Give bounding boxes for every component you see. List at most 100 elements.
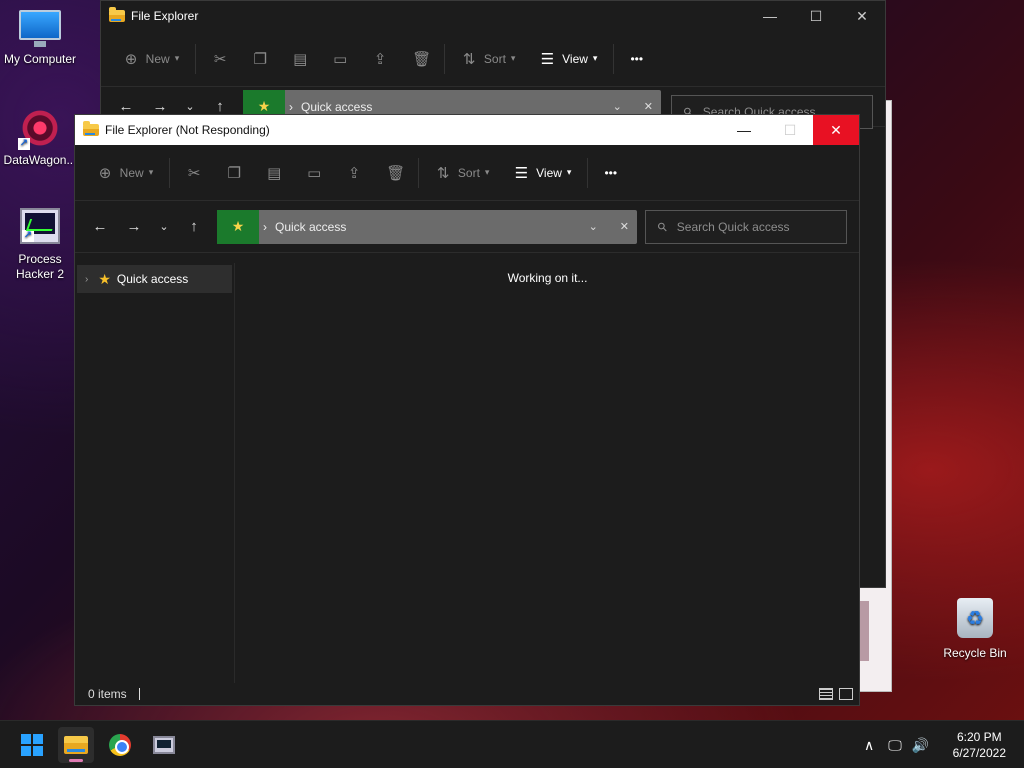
copy-icon: ❐	[227, 164, 241, 182]
copy-button[interactable]: ❐	[240, 43, 280, 75]
trash-icon: 🗑	[412, 50, 432, 68]
search-box[interactable]: ⚲ Search Quick access	[645, 210, 847, 244]
taskbar-chrome[interactable]	[102, 727, 138, 763]
minimize-button[interactable]: —	[721, 115, 767, 145]
navigation-row: ← → ⌄ ↑ ★ › Quick access ⌄ ✕ ⚲ Search Qui…	[75, 201, 859, 253]
more-options-button[interactable]: •••	[618, 43, 655, 75]
new-label: New	[145, 51, 170, 66]
share-button[interactable]: ⇪	[360, 43, 400, 75]
share-button[interactable]: ⇪	[334, 157, 374, 189]
rename-icon: ▭	[333, 50, 348, 68]
view-button[interactable]: ☰ View ▾	[527, 43, 609, 75]
up-button[interactable]: ↑	[203, 98, 237, 115]
desktop-icon-label: DataWagon...	[3, 153, 77, 167]
rename-icon: ▭	[307, 164, 322, 182]
forward-button[interactable]: →	[143, 98, 177, 115]
new-button[interactable]: ⊕ New ▾	[111, 43, 191, 75]
clipboard-icon: ▤	[267, 164, 282, 182]
breadcrumb-separator: ›	[289, 99, 293, 114]
search-icon: ⚲	[654, 218, 671, 236]
trash-icon: 🗑	[386, 164, 406, 182]
item-count: 0 items	[88, 687, 127, 701]
cut-button[interactable]: ✂	[200, 43, 240, 75]
copy-icon: ❐	[253, 50, 267, 68]
desktop-icon-datawagon[interactable]: ↗ DataWagon...	[0, 106, 80, 168]
copy-button[interactable]: ❐	[214, 157, 254, 189]
minimize-button[interactable]: —	[747, 1, 793, 31]
clock[interactable]: 6:20 PM 6/27/2022	[953, 729, 1006, 761]
network-icon[interactable]: 🖵	[888, 737, 902, 754]
close-button[interactable]: ✕	[813, 115, 859, 145]
scissors-icon: ✂	[187, 164, 201, 182]
view-label: View	[562, 51, 588, 66]
cut-button[interactable]: ✂	[174, 157, 214, 189]
start-button[interactable]	[14, 727, 50, 763]
sort-arrows-icon: ⇅	[436, 164, 450, 182]
loading-message: Working on it...	[507, 271, 588, 285]
rename-button[interactable]: ▭	[320, 43, 360, 75]
monitor-icon	[19, 10, 61, 47]
status-bar: 0 items	[75, 683, 859, 705]
folder-icon	[83, 121, 99, 136]
maximize-button[interactable]: ☐	[767, 115, 813, 145]
paste-button[interactable]: ▤	[280, 43, 320, 75]
window-title: File Explorer (Not Responding)	[105, 123, 270, 137]
taskbar-process-hacker[interactable]	[146, 727, 182, 763]
recent-locations-button[interactable]: ⌄	[177, 100, 203, 113]
shortcut-arrow-icon: ↗	[22, 230, 34, 242]
star-icon: ★	[217, 209, 259, 244]
address-bar[interactable]: ★ › Quick access ⌄ ✕	[217, 209, 637, 244]
sort-button[interactable]: ⇅ Sort ▾	[423, 157, 501, 189]
delete-button[interactable]: 🗑	[374, 157, 414, 189]
up-button[interactable]: ↑	[177, 218, 211, 235]
share-icon: ⇪	[373, 50, 387, 68]
maximize-button[interactable]: ☐	[793, 1, 839, 31]
view-button[interactable]: ☰ View ▾	[501, 157, 583, 189]
rename-button[interactable]: ▭	[294, 157, 334, 189]
more-options-button[interactable]: •••	[592, 157, 629, 189]
process-hacker-icon: ↗	[20, 208, 60, 244]
large-icons-view-button[interactable]	[839, 688, 853, 700]
search-placeholder: Search Quick access	[676, 220, 790, 234]
process-hacker-icon	[153, 736, 175, 754]
view-list-icon: ☰	[540, 50, 555, 68]
breadcrumb-separator: ›	[263, 219, 267, 234]
system-tray: ∧ 🖵 🔊	[864, 721, 929, 768]
more-label: •••	[604, 165, 618, 180]
desktop-icon-label: Recycle Bin	[943, 646, 1007, 660]
title-bar[interactable]: File Explorer (Not Responding) — ☐ ✕	[75, 115, 859, 145]
sort-button[interactable]: ⇅ Sort ▾	[449, 43, 527, 75]
paste-button[interactable]: ▤	[254, 157, 294, 189]
clear-icon[interactable]: ✕	[644, 100, 653, 113]
desktop-icon-label: Process Hacker 2	[15, 252, 65, 281]
back-button[interactable]: ←	[109, 98, 143, 115]
new-button[interactable]: ⊕ New ▾	[85, 157, 165, 189]
show-hidden-icons-button[interactable]: ∧	[864, 737, 874, 754]
chevron-down-icon: ▾	[148, 167, 154, 177]
chevron-down-icon[interactable]: ⌄	[589, 220, 598, 233]
sort-label: Sort	[457, 165, 480, 180]
back-button[interactable]: ←	[83, 218, 117, 235]
desktop-icon-process-hacker[interactable]: ↗ Process Hacker 2	[0, 208, 80, 282]
divider	[444, 43, 446, 74]
volume-icon[interactable]: 🔊	[912, 737, 929, 754]
chevron-down-icon: ▾	[510, 53, 516, 63]
desktop-icon-my-computer[interactable]: My Computer	[0, 10, 80, 67]
divider	[418, 157, 420, 188]
close-button[interactable]: ✕	[839, 1, 885, 31]
desktop-icon-recycle-bin[interactable]: Recycle Bin	[935, 598, 1015, 661]
chrome-icon	[109, 734, 131, 756]
details-view-button[interactable]	[819, 688, 833, 700]
plus-circle-icon: ⊕	[98, 164, 112, 182]
chevron-right-icon[interactable]: ›	[85, 274, 88, 285]
chevron-down-icon[interactable]: ⌄	[613, 100, 622, 113]
taskbar-file-explorer[interactable]	[58, 727, 94, 763]
clear-icon[interactable]: ✕	[620, 220, 629, 233]
file-explorer-window-front[interactable]: File Explorer (Not Responding) — ☐ ✕ ⊕ N…	[74, 114, 860, 706]
title-bar[interactable]: File Explorer — ☐ ✕	[101, 1, 885, 31]
plus-circle-icon: ⊕	[124, 50, 138, 68]
sidebar-item-quick-access[interactable]: › ★ Quick access	[77, 265, 232, 293]
recent-locations-button[interactable]: ⌄	[151, 220, 177, 233]
delete-button[interactable]: 🗑	[400, 43, 440, 75]
forward-button[interactable]: →	[117, 218, 151, 235]
